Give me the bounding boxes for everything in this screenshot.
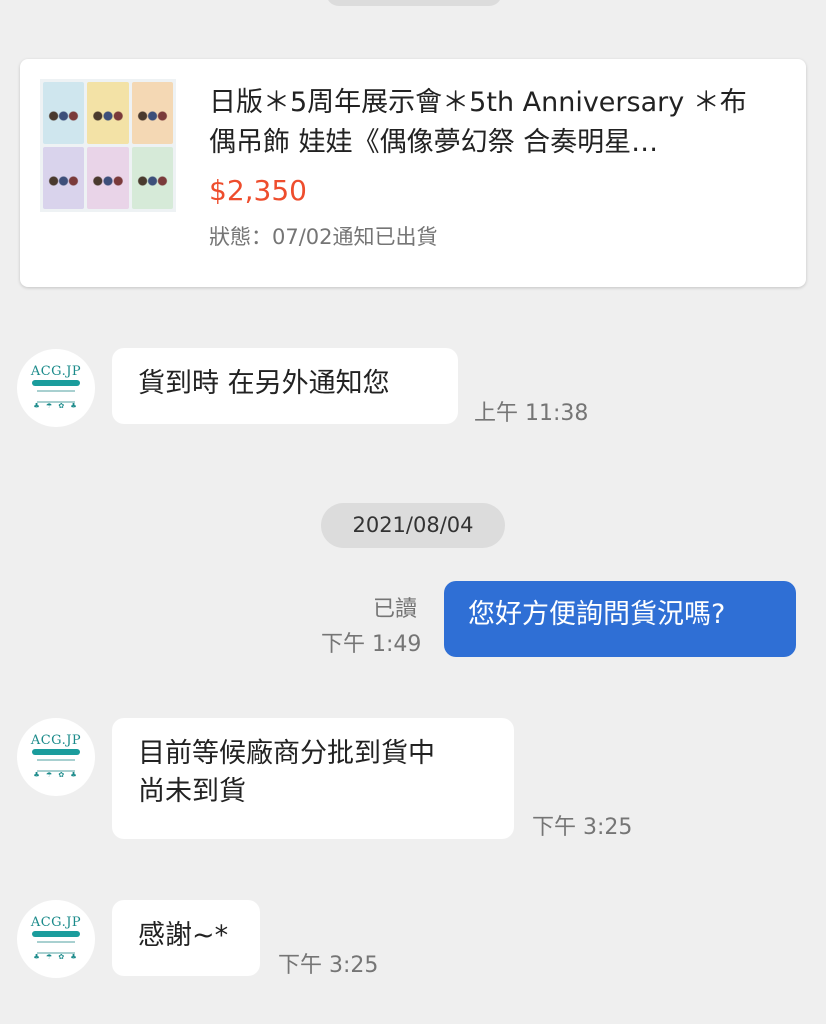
logo-band: [32, 380, 80, 386]
thumbnail-panel: [43, 147, 85, 209]
previous-date-pill: [326, 0, 502, 6]
logo-icons: ♣ ☂ ✿ ♣: [33, 953, 79, 961]
product-title: 日版＊5周年展示會＊5th Anniversary ＊布偶吊飾 娃娃《偶像夢幻祭…: [209, 87, 747, 158]
logo-band: [32, 931, 80, 937]
logo-text: ACG.JP: [30, 364, 82, 379]
message-bubble[interactable]: 貨到時 在另外通知您: [112, 348, 458, 424]
thumbnail-panel: [131, 82, 173, 144]
thumbnail-panel: [87, 82, 129, 144]
message-bubble[interactable]: 感謝~*: [112, 900, 260, 976]
thumbnail-panel: [87, 147, 129, 209]
thumbnail-panel: [131, 147, 173, 209]
product-image-icon: [40, 79, 176, 212]
date-divider: 2021/08/04: [321, 503, 505, 548]
product-status: 狀態：07/02通知已出貨: [209, 225, 438, 249]
message-time: 上午 11:38: [474, 401, 589, 426]
message-time: 下午 3:25: [532, 815, 633, 840]
read-receipt: 已讀: [373, 597, 418, 622]
message-time: 下午 3:25: [278, 953, 379, 978]
logo-band: [32, 749, 80, 755]
logo-icons: ♣ ☂ ✿ ♣: [33, 771, 79, 779]
logo-text: ACG.JP: [30, 733, 82, 748]
avatar[interactable]: ACG.JP ♣ ☂ ✿ ♣: [17, 349, 95, 427]
logo-text: ACG.JP: [30, 915, 82, 930]
product-card[interactable]: 日版＊5周年展示會＊5th Anniversary ＊布偶吊飾 娃娃《偶像夢幻祭…: [20, 59, 806, 287]
thumbnail-panel: [43, 82, 85, 144]
message-time: 下午 1:49: [321, 632, 422, 657]
avatar[interactable]: ACG.JP ♣ ☂ ✿ ♣: [17, 900, 95, 978]
avatar[interactable]: ACG.JP ♣ ☂ ✿ ♣: [17, 718, 95, 796]
product-price: $2,350: [209, 174, 307, 207]
message-bubble[interactable]: 您好方便詢問貨況嗎?: [444, 581, 796, 657]
logo-icons: ♣ ☂ ✿ ♣: [33, 402, 79, 410]
message-bubble[interactable]: 目前等候廠商分批到貨中 尚未到貨: [112, 718, 514, 839]
